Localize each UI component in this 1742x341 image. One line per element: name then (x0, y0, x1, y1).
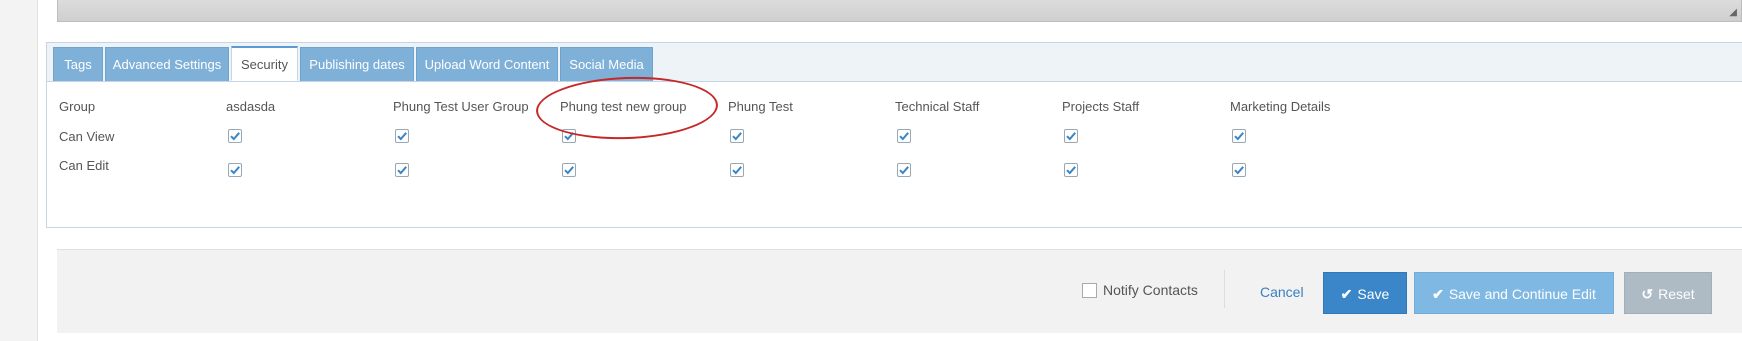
left-gutter (0, 0, 38, 341)
save-and-continue-button[interactable]: ✔ Save and Continue Edit (1414, 272, 1614, 314)
save-continue-label: Save and Continue Edit (1448, 286, 1596, 302)
group-name: Phung Test (728, 99, 793, 114)
can-view-label: Can View (59, 129, 115, 144)
can-edit-checkbox[interactable] (228, 163, 242, 177)
text-editor-bottom-edge[interactable]: ◢ (57, 0, 1742, 22)
reset-button[interactable]: ↺ Reset (1624, 272, 1712, 314)
can-view-checkbox[interactable] (228, 129, 242, 143)
group-name: Phung Test User Group (393, 99, 529, 114)
can-view-checkbox[interactable] (1064, 129, 1078, 143)
can-view-checkbox[interactable] (1232, 129, 1246, 143)
group-name: Marketing Details (1230, 99, 1331, 114)
can-edit-label: Can Edit (59, 158, 109, 173)
group-name: Projects Staff (1062, 99, 1140, 114)
save-label: Save (1357, 286, 1390, 302)
can-edit-checkbox[interactable] (897, 163, 911, 177)
can-view-checkbox[interactable] (730, 129, 744, 143)
tab-publishing-dates[interactable]: Publishing dates (300, 47, 414, 81)
can-edit-checkbox[interactable] (730, 163, 744, 177)
check-icon: ✔ (1340, 286, 1353, 302)
check-icon: ✔ (1432, 286, 1444, 302)
notify-contacts-label: Notify Contacts (1103, 282, 1198, 298)
cancel-link[interactable]: Cancel (1260, 284, 1304, 300)
content-tabs-panel: Tags Advanced Settings Security Publishi… (46, 42, 1742, 228)
tab-upload-word-content[interactable]: Upload Word Content (416, 47, 558, 81)
tab-security[interactable]: Security (231, 46, 298, 81)
group-name: Technical Staff (895, 99, 980, 114)
undo-icon: ↺ (1641, 286, 1654, 302)
group-header: Group (59, 99, 96, 114)
can-edit-checkbox[interactable] (1232, 163, 1246, 177)
reset-label: Reset (1658, 286, 1695, 302)
notify-contacts-checkbox[interactable] (1082, 283, 1097, 298)
can-edit-checkbox[interactable] (395, 163, 409, 177)
tab-tags[interactable]: Tags (53, 47, 103, 81)
action-divider (1224, 270, 1225, 308)
can-edit-checkbox[interactable] (562, 163, 576, 177)
can-view-checkbox[interactable] (395, 129, 409, 143)
can-view-checkbox[interactable] (897, 129, 911, 143)
can-edit-checkbox[interactable] (1064, 163, 1078, 177)
group-name: asdasda (226, 99, 276, 114)
save-button[interactable]: ✔ Save (1323, 272, 1407, 314)
tab-strip: Tags Advanced Settings Security Publishi… (47, 43, 1742, 82)
resize-grip-icon[interactable]: ◢ (1729, 8, 1737, 18)
tab-advanced-settings[interactable]: Advanced Settings (105, 47, 229, 81)
